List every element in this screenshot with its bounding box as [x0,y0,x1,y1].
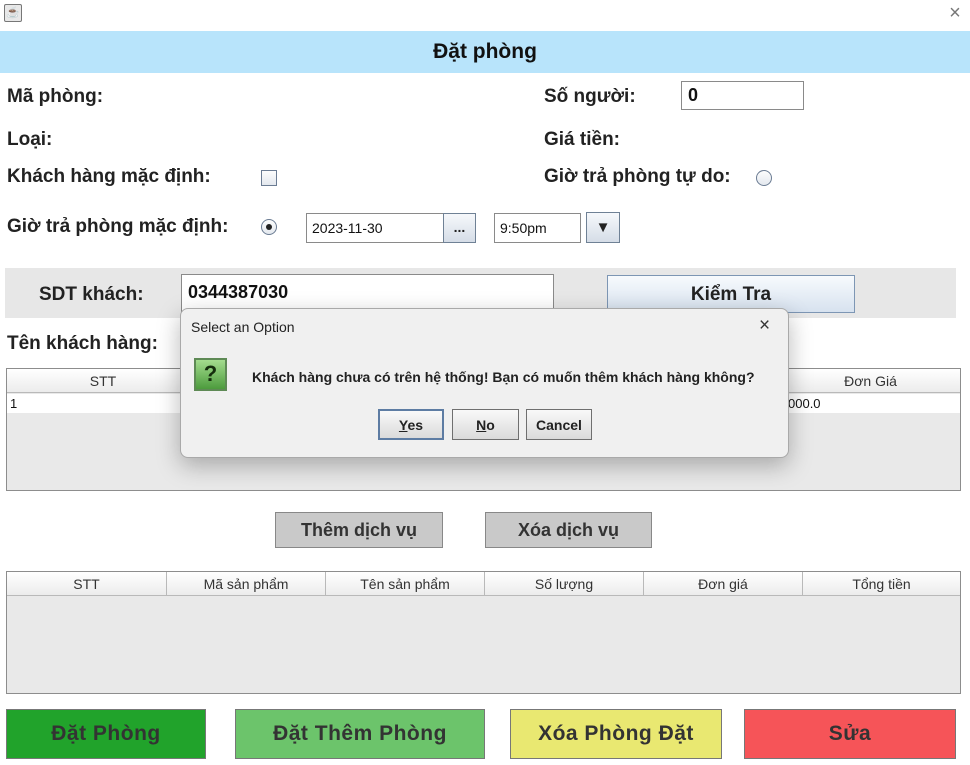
gio-tra-tu-do-radio[interactable] [756,170,772,186]
window-titlebar: ☕ × [0,0,970,31]
java-app-icon: ☕ [4,4,22,22]
gia-tien-label: Giá tiền: [544,129,621,150]
gio-tra-mac-dinh-radio[interactable] [261,219,277,235]
khach-mac-dinh-label: Khách hàng mặc định: [7,166,211,187]
sdt-label: SDT khách: [39,284,144,305]
dialog-message: Khách hàng chưa có trên hệ thống! Bạn có… [252,369,755,385]
service-table[interactable]: STT Mã sản phẩm Tên sản phẩm Số lượng Đơ… [6,571,961,694]
service-header-ma-san-pham[interactable]: Mã sản phẩm [167,572,326,596]
dialog-title: Select an Option [191,319,295,335]
dat-phong-button[interactable]: Đặt Phòng [6,709,206,759]
service-header-so-luong[interactable]: Số lượng [485,572,644,596]
xoa-dich-vu-button[interactable]: Xóa dịch vụ [485,512,652,548]
date-picker-button[interactable]: ... [443,213,476,243]
no-label-rest: o [486,417,495,433]
dat-them-phong-button[interactable]: Đặt Thêm Phòng [235,709,485,759]
time-input[interactable]: 9:50pm [494,213,581,243]
question-icon: ? [194,358,227,391]
xoa-phong-dat-button[interactable]: Xóa Phòng Đặt [510,709,722,759]
date-input[interactable]: 2023-11-30 [306,213,444,243]
window-close-icon[interactable]: × [944,2,966,24]
ten-khach-label: Tên khách hàng: [7,333,158,354]
room-row-don-gia: 000.0 [785,394,955,413]
no-button[interactable]: No [452,409,519,440]
khach-mac-dinh-checkbox[interactable] [261,170,277,186]
room-row-stt: 1 [7,394,197,413]
so-nguoi-label: Số người: [544,86,636,107]
no-mnemonic: N [476,417,487,433]
service-header-tong-tien[interactable]: Tổng tiền [803,572,960,596]
yes-label-rest: es [407,417,424,433]
confirm-dialog: Select an Option × ? Khách hàng chưa có … [180,308,789,458]
yes-mnemonic: Y [398,417,408,433]
gio-tra-tu-do-label: Giờ trả phòng tự do: [544,166,731,187]
room-table-header-stt[interactable]: STT [7,369,200,393]
room-table-header-don-gia[interactable]: Đơn Giá [780,369,960,393]
dialog-close-icon[interactable]: × [759,315,770,337]
service-header-ten-san-pham[interactable]: Tên sản phẩm [326,572,485,596]
sua-button[interactable]: Sửa [744,709,956,759]
service-header-stt[interactable]: STT [7,572,167,596]
cancel-button[interactable]: Cancel [526,409,592,440]
yes-button[interactable]: Yes [378,409,444,440]
time-dropdown-button[interactable]: ▼ [586,212,620,243]
so-nguoi-input[interactable]: 0 [681,81,804,110]
service-header-don-gia[interactable]: Đơn giá [644,572,803,596]
sdt-input[interactable]: 0344387030 [181,274,554,312]
them-dich-vu-button[interactable]: Thêm dịch vụ [275,512,443,548]
page-title: Đặt phòng [0,31,970,73]
ma-phong-label: Mã phòng: [7,86,104,107]
gio-tra-mac-dinh-label: Giờ trả phòng mặc định: [7,216,229,237]
loai-label: Loại: [7,129,53,150]
